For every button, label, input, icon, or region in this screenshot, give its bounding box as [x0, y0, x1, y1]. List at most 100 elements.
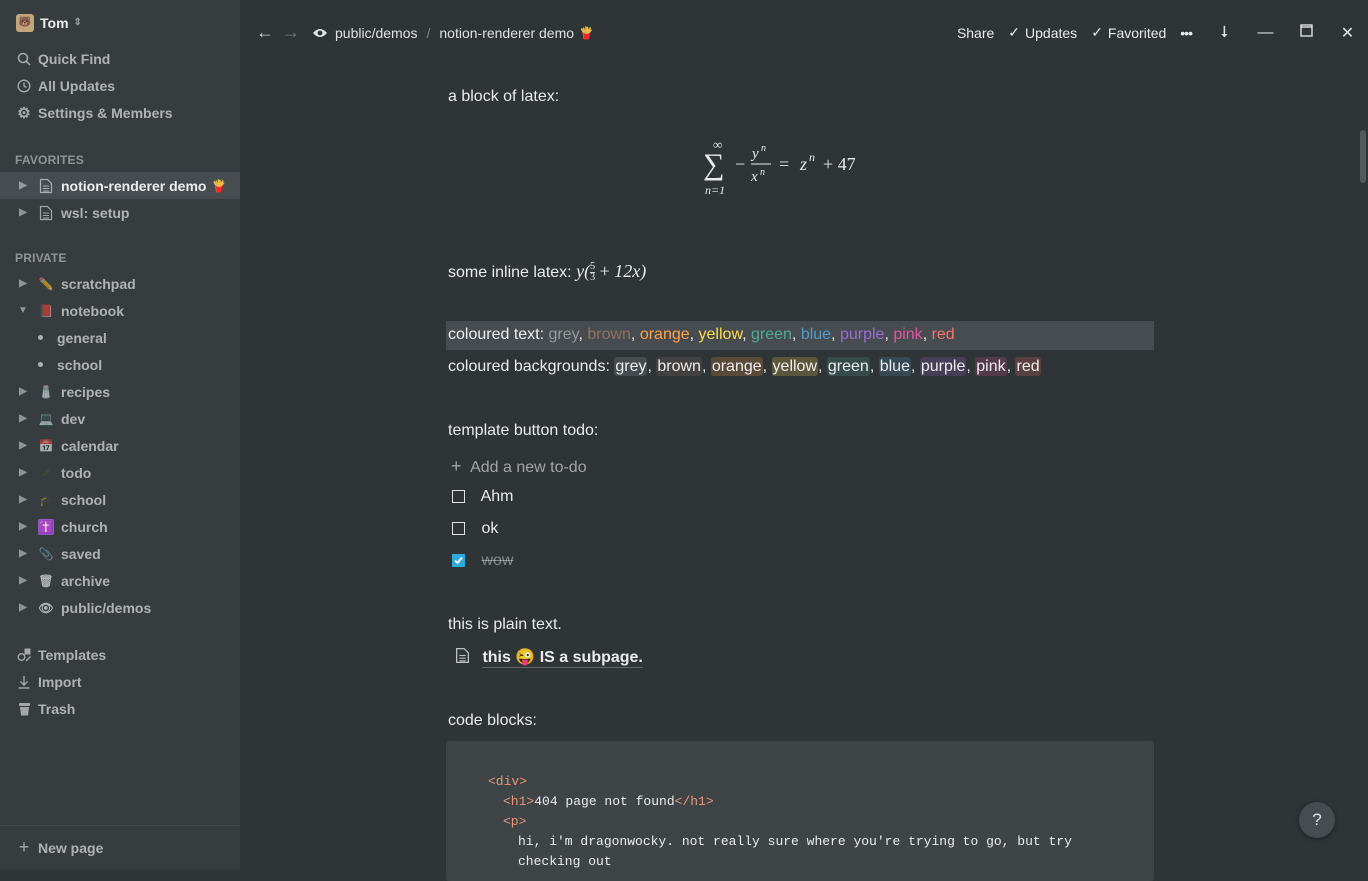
- book-icon: 📕: [38, 303, 54, 318]
- todo-text[interactable]: wow: [481, 552, 513, 569]
- help-button[interactable]: ?: [1299, 802, 1335, 838]
- triangle-right-icon[interactable]: ▶: [12, 521, 34, 532]
- shapes-icon: [16, 647, 32, 663]
- sidebar-item-recipes[interactable]: ▶ 🧂 recipes: [0, 378, 240, 405]
- new-page-button[interactable]: + New page: [0, 834, 240, 861]
- svg-text:z: z: [799, 154, 807, 174]
- trash[interactable]: Trash: [0, 695, 240, 722]
- triangle-right-icon[interactable]: ▶: [12, 207, 34, 218]
- triangle-right-icon[interactable]: ▶: [12, 602, 34, 613]
- triangle-down-icon[interactable]: ▼: [12, 305, 34, 316]
- svg-text:y: y: [750, 146, 759, 162]
- triangle-right-icon[interactable]: ▶: [12, 386, 34, 397]
- list-separator: ,: [831, 326, 840, 343]
- coloured-text-blue: blue: [800, 326, 832, 343]
- code-block[interactable]: <div> <h1>404 page not found</h1> <p> hi…: [446, 741, 1154, 881]
- updates-button[interactable]: ✓ Updates: [1008, 24, 1077, 41]
- list-separator: ,: [884, 326, 894, 343]
- breadcrumb-current[interactable]: notion-renderer demo: [439, 25, 574, 41]
- back-arrow-icon[interactable]: ←: [256, 22, 274, 43]
- forward-arrow-icon[interactable]: →: [282, 22, 300, 43]
- subpage-title-part: this: [482, 649, 511, 666]
- triangle-right-icon[interactable]: ▶: [12, 548, 34, 559]
- sidebar-item-archive[interactable]: ▶ 🗑 archive: [0, 567, 240, 594]
- plus-icon: +: [18, 837, 30, 857]
- coloured-text-purple: purple: [839, 326, 885, 343]
- triangle-right-icon[interactable]: ▶: [12, 440, 34, 451]
- sidebar-item-todo[interactable]: ▶ ✔ todo: [0, 459, 240, 486]
- quick-find[interactable]: Quick Find: [0, 45, 240, 72]
- add-todo-button[interactable]: + Add a new to-do: [448, 456, 587, 477]
- checkbox[interactable]: [452, 490, 465, 504]
- pencil-icon: ✏️: [38, 276, 54, 291]
- fries-icon: 🍟: [579, 25, 594, 40]
- coloured-text-green: green: [751, 326, 792, 343]
- list-separator: ,: [922, 326, 932, 343]
- subpage-link[interactable]: this 😜 IS a subpage.: [448, 647, 643, 669]
- triangle-right-icon[interactable]: ▶: [12, 467, 34, 478]
- sidebar-item-wsl-setup[interactable]: ▶ wsl: setup: [0, 199, 240, 226]
- sidebar-item-church[interactable]: ▶ ✝️ church: [0, 513, 240, 540]
- page-icon: [455, 647, 470, 669]
- latex-block-formula: ∞ ∑ n=1 − y n x n = z n + 47: [703, 134, 873, 200]
- coloured-text-orange: orange: [639, 326, 690, 343]
- templates[interactable]: Templates: [0, 641, 240, 668]
- coloured-bg-purple: purple: [919, 357, 967, 376]
- import[interactable]: Import: [0, 668, 240, 695]
- maximize-icon[interactable]: [1286, 23, 1327, 42]
- todo-text[interactable]: Ahm: [481, 488, 514, 505]
- latex-inline-label: some inline latex:: [448, 264, 572, 281]
- sidebar-item-saved[interactable]: ▶ 📎 saved: [0, 540, 240, 567]
- triangle-right-icon[interactable]: ▶: [12, 494, 34, 505]
- checkmark-icon: ✓: [1091, 24, 1103, 40]
- minimize-icon[interactable]: —: [1245, 24, 1286, 42]
- sidebar-item-notebook[interactable]: ▼ 📕 notebook: [0, 297, 240, 324]
- todo-item: Ahm: [448, 488, 513, 506]
- page-icon: [38, 178, 54, 194]
- checkbox[interactable]: [452, 522, 465, 536]
- winking-face-icon: 😜: [515, 649, 536, 666]
- todo-item: ok: [448, 520, 498, 538]
- triangle-right-icon[interactable]: ▶: [12, 413, 34, 424]
- todo-text[interactable]: ok: [481, 520, 498, 537]
- eye-icon: [312, 27, 328, 39]
- sidebar-item-dev[interactable]: ▶ 💻 dev: [0, 405, 240, 432]
- svg-text:n: n: [760, 167, 765, 178]
- scrollbar-thumb[interactable]: [1360, 130, 1366, 183]
- salt-icon: 🧂: [38, 384, 54, 399]
- triangle-right-icon[interactable]: ▶: [12, 180, 34, 191]
- coloured-bg-yellow: yellow: [771, 357, 819, 376]
- favorites-header: FAVORITES: [15, 153, 84, 167]
- breadcrumb-separator: /: [426, 24, 431, 41]
- list-separator: ,: [578, 326, 588, 343]
- code-text: 404 page not found: [534, 794, 675, 809]
- sidebar-item-school-child[interactable]: school: [0, 351, 240, 378]
- sidebar-item-general[interactable]: general: [0, 324, 240, 351]
- code-line: hi, i'm dragonwocky. not really sure whe…: [518, 834, 1072, 849]
- more-button[interactable]: •••: [1180, 25, 1193, 41]
- workspace-switcher[interactable]: 🐻 Tom ⇕: [0, 9, 240, 36]
- all-updates[interactable]: All Updates: [0, 72, 240, 99]
- page-icon: [38, 205, 54, 221]
- share-button[interactable]: Share: [957, 25, 994, 41]
- triangle-right-icon[interactable]: ▶: [12, 575, 34, 586]
- sidebar-item-scratchpad[interactable]: ▶ ✏️ scratchpad: [0, 270, 240, 297]
- sidebar-item-calendar[interactable]: ▶ 📅 calendar: [0, 432, 240, 459]
- add-todo-label: Add a new to-do: [470, 459, 587, 476]
- triangle-right-icon[interactable]: ▶: [12, 278, 34, 289]
- checkbox-checked[interactable]: [452, 554, 465, 568]
- sidebar-item-public-demos[interactable]: ▶ 👁 public/demos: [0, 594, 240, 621]
- code-line: <p>: [503, 814, 526, 829]
- svg-text:n: n: [761, 143, 766, 154]
- coloured-bg-green: green: [826, 357, 870, 376]
- breadcrumb-parent[interactable]: public/demos: [335, 25, 418, 41]
- close-icon[interactable]: ✕: [1327, 23, 1368, 43]
- svg-text:∑: ∑: [703, 148, 724, 181]
- favorited-button[interactable]: ✓ Favorited: [1091, 24, 1166, 41]
- settings-members[interactable]: ⚙ Settings & Members: [0, 99, 240, 126]
- coloured-text-line: coloured text: grey, brown, orange, yell…: [448, 326, 955, 344]
- plain-text: this is plain text.: [448, 616, 562, 633]
- sidebar-item-notion-renderer-demo[interactable]: ▶ notion-renderer demo 🍟: [0, 172, 240, 199]
- download-arrow-icon[interactable]: ⭣: [1204, 24, 1245, 42]
- sidebar-item-school[interactable]: ▶ 🎓 school: [0, 486, 240, 513]
